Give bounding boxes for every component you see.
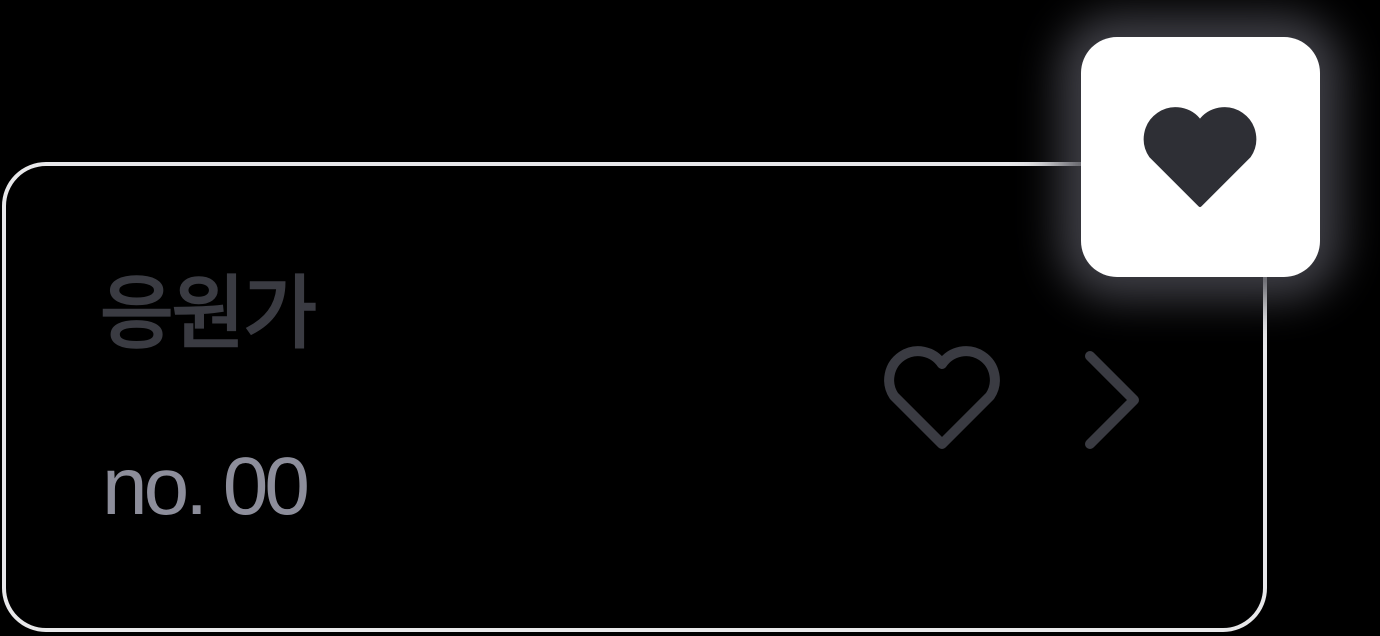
favorite-popup-button[interactable] [1081, 37, 1320, 277]
favorite-button[interactable] [872, 338, 1012, 458]
song-title: 응원가 [100, 267, 317, 360]
song-card[interactable]: 응원가 no. 00 [2, 162, 1267, 632]
chevron-right-icon [1085, 351, 1139, 449]
song-number: no. 00 [102, 441, 310, 532]
heart-outline-icon [884, 346, 1000, 449]
heart-filled-icon [1143, 107, 1257, 207]
open-song-button[interactable] [1072, 344, 1152, 454]
